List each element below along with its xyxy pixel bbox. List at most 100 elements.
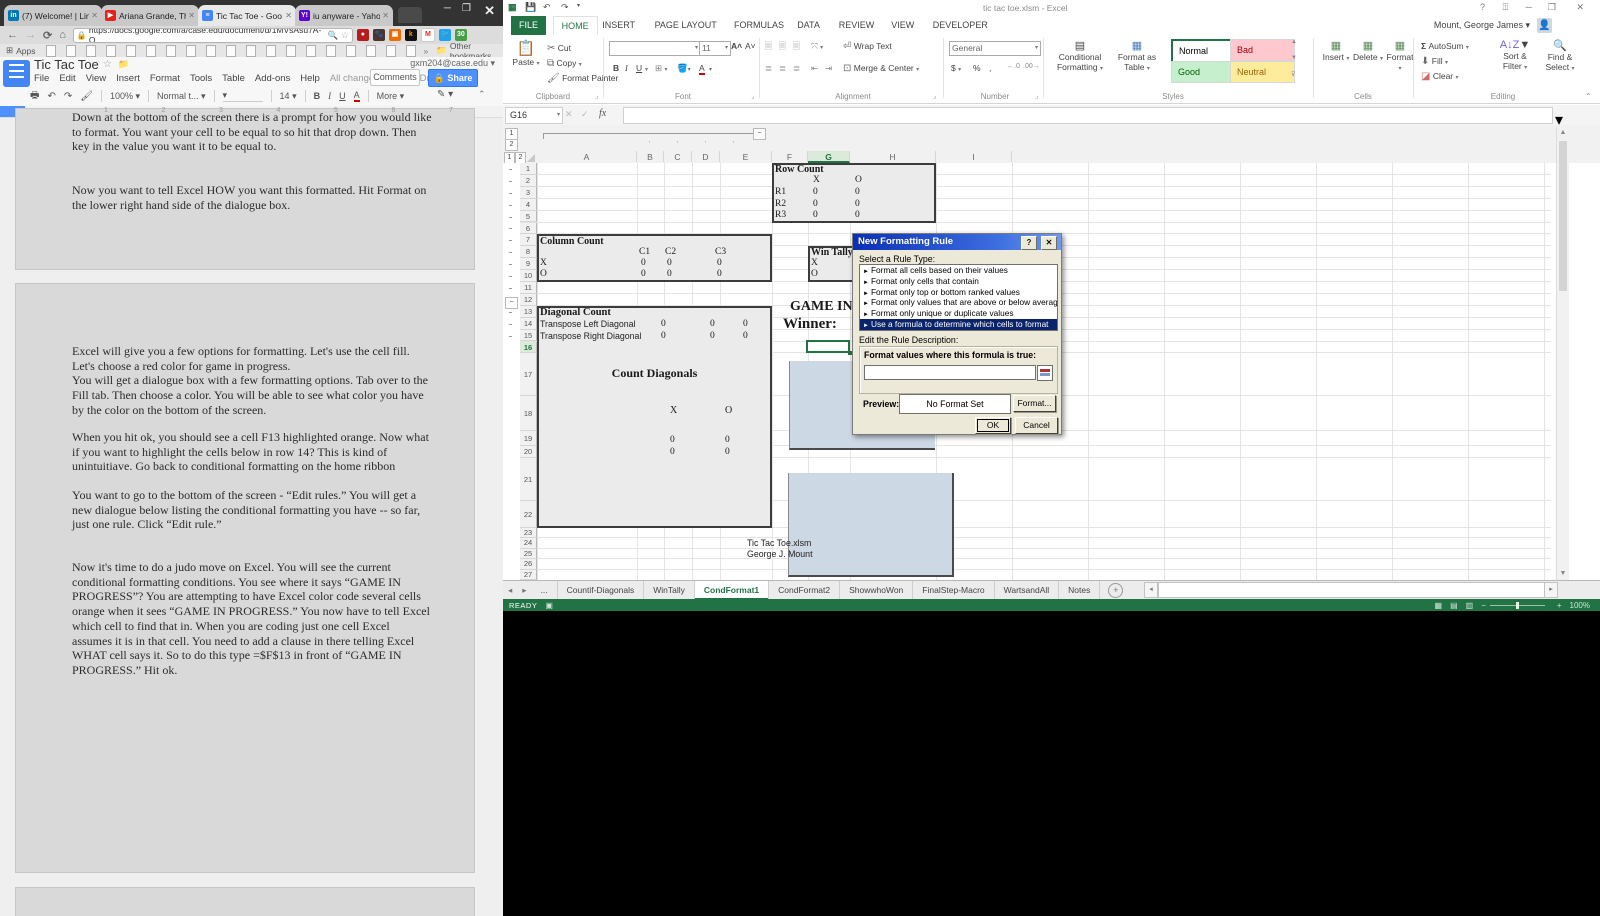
bookmark-item[interactable]: [46, 45, 56, 57]
formula-field[interactable]: [864, 365, 1036, 380]
shrink-font-button[interactable]: A˅: [745, 41, 756, 51]
dialog-launcher-icon[interactable]: ⌟: [751, 92, 754, 100]
undo-icon[interactable]: ↶: [47, 91, 55, 102]
rule-type-listbox[interactable]: ►Format all cells based on their values►…: [859, 264, 1058, 331]
cell-C14[interactable]: 0: [661, 319, 666, 329]
help-icon[interactable]: ?: [1480, 2, 1485, 12]
enter-icon[interactable]: ✓: [581, 109, 589, 120]
doc-paragraph[interactable]: Down at the bottom of the screen there i…: [72, 110, 474, 154]
doc-paragraph[interactable]: You want to go to the bottom of the scre…: [72, 488, 474, 532]
cell-D18[interactable]: O: [725, 405, 732, 416]
borders-button[interactable]: ⊞ ▾: [655, 63, 668, 74]
cell-B9[interactable]: 0: [641, 258, 646, 268]
menu-item-insert[interactable]: Insert: [116, 73, 140, 84]
home-icon[interactable]: ⌂: [59, 29, 66, 41]
font-size-select[interactable]: 11 ▾: [699, 41, 731, 56]
cut-button[interactable]: ✂ Cut: [547, 43, 571, 54]
row-header-21[interactable]: 21: [520, 458, 537, 501]
ribbon-tab-page-layout[interactable]: PAGE LAYOUT: [647, 16, 725, 35]
align-middle-icon[interactable]: 🗏: [779, 41, 786, 55]
rule-type-option[interactable]: ►Format only top or bottom ranked values: [860, 287, 1057, 298]
browser-tab[interactable]: ≡Tic Tac Toe - Goo✕: [198, 5, 296, 26]
row-header-5[interactable]: 5: [520, 211, 537, 223]
underline-button[interactable]: U: [339, 91, 346, 101]
apps-label[interactable]: Apps: [16, 46, 35, 56]
normal-view-icon[interactable]: ▦: [1435, 601, 1443, 610]
comma-format-button[interactable]: ,: [989, 63, 991, 73]
bookmark-item[interactable]: [366, 45, 376, 57]
cell-D19[interactable]: 0: [725, 435, 730, 445]
cell-C18[interactable]: X: [670, 405, 677, 416]
bookmark-item[interactable]: [86, 45, 96, 57]
row-header-19[interactable]: 19: [520, 431, 537, 446]
dialog-launcher-icon[interactable]: ⌟: [1035, 92, 1038, 100]
sheet-next-icon[interactable]: ▸: [517, 581, 531, 600]
sheet-tab-finalstep-macro[interactable]: FinalStep-Macro: [913, 581, 994, 600]
row-header-8[interactable]: 8: [520, 246, 537, 258]
row-header-12[interactable]: 12: [520, 294, 537, 306]
column-header-E[interactable]: E: [720, 151, 772, 162]
sheet-tab-overflow[interactable]: ...: [532, 581, 558, 600]
cell-A15[interactable]: Transpose Right Diagonal: [540, 331, 641, 341]
bookmark-item[interactable]: [146, 45, 156, 57]
cell-D20[interactable]: 0: [725, 447, 730, 457]
fill-button[interactable]: ⬇ Fill ▾: [1421, 56, 1448, 67]
row-header-6[interactable]: 6: [520, 223, 537, 235]
row-header-25[interactable]: 25: [520, 549, 537, 560]
more-button[interactable]: More ▾: [377, 91, 405, 102]
redo-icon[interactable]: ↷: [561, 2, 569, 13]
row-header-1[interactable]: 1: [520, 163, 537, 175]
bold-button[interactable]: B: [314, 91, 321, 101]
increase-indent-icon[interactable]: ⇥: [825, 63, 832, 74]
doc-paragraph[interactable]: Excel will give you a few options for fo…: [72, 344, 474, 418]
hscroll-left-icon[interactable]: ◂: [1144, 582, 1158, 598]
comments-button[interactable]: Comments: [370, 69, 420, 86]
fill-color-button[interactable]: 🪣▾: [677, 63, 691, 74]
sheet-tab-notes[interactable]: Notes: [1059, 581, 1100, 600]
column-header-C[interactable]: C: [664, 151, 692, 162]
cell-C10[interactable]: 0: [667, 269, 672, 279]
bookmark-item[interactable]: [166, 45, 176, 57]
number-format-select[interactable]: General▾: [949, 41, 1041, 56]
align-top-icon[interactable]: 🗏: [765, 41, 772, 55]
bookmark-item[interactable]: [206, 45, 216, 57]
font-size-select[interactable]: 14 ▾: [280, 91, 297, 102]
scroll-down-icon[interactable]: ▼: [1557, 568, 1569, 580]
insert-cells-button[interactable]: ▦Insert ▾: [1321, 39, 1351, 62]
row-header-18[interactable]: 18: [520, 396, 537, 431]
conditional-formatting-button[interactable]: ▤ Conditional Formatting ▾: [1051, 39, 1109, 72]
cell-D10[interactable]: 0: [717, 269, 722, 279]
percent-format-button[interactable]: %: [973, 63, 981, 73]
wrap-text-button[interactable]: ⏎ Wrap Text: [843, 41, 892, 52]
cell-G5[interactable]: 0: [813, 210, 818, 220]
share-button[interactable]: 🔒 Share: [428, 69, 478, 87]
increase-decimal-icon[interactable]: ←.0: [1007, 63, 1020, 70]
cell-G3[interactable]: 0: [813, 187, 818, 197]
align-bottom-icon[interactable]: 🗏: [793, 41, 800, 55]
dialog-help-icon[interactable]: ?: [1021, 236, 1037, 250]
cell-A13[interactable]: Diagonal Count: [540, 307, 611, 318]
cell-F3[interactable]: R1: [775, 187, 786, 197]
bookmark-item[interactable]: [66, 45, 76, 57]
column-header-A[interactable]: A: [537, 151, 637, 162]
menu-item-format[interactable]: Format: [150, 73, 180, 84]
bookmark-item[interactable]: [286, 45, 296, 57]
cell-D14[interactable]: 0: [710, 319, 715, 329]
select-all-corner[interactable]: [527, 154, 535, 162]
bookmark-item[interactable]: [226, 45, 236, 57]
dialog-launcher-icon[interactable]: ⌟: [595, 92, 598, 100]
ribbon-tab-formulas[interactable]: FORMULAS: [726, 16, 792, 35]
rule-type-option[interactable]: ►Format only unique or duplicate values: [860, 308, 1057, 319]
row-header-26[interactable]: 26: [520, 559, 537, 570]
print-icon[interactable]: 🖶: [30, 88, 39, 105]
document-title[interactable]: Tic Tac Toe: [34, 57, 99, 72]
zoom-in-icon[interactable]: +: [1557, 601, 1562, 610]
sheet-tab-countif-diagonals[interactable]: Countif-Diagonals: [558, 581, 645, 600]
bookmark-item[interactable]: [306, 45, 316, 57]
back-icon[interactable]: ←: [7, 29, 18, 41]
rule-type-option[interactable]: ►Format only values that are above or be…: [860, 297, 1057, 308]
cell-F1[interactable]: Row Count: [775, 164, 824, 175]
ribbon-tab-insert[interactable]: INSERT: [594, 16, 643, 35]
fx-icon[interactable]: fx: [599, 108, 606, 119]
cell-C15[interactable]: 0: [661, 331, 666, 341]
